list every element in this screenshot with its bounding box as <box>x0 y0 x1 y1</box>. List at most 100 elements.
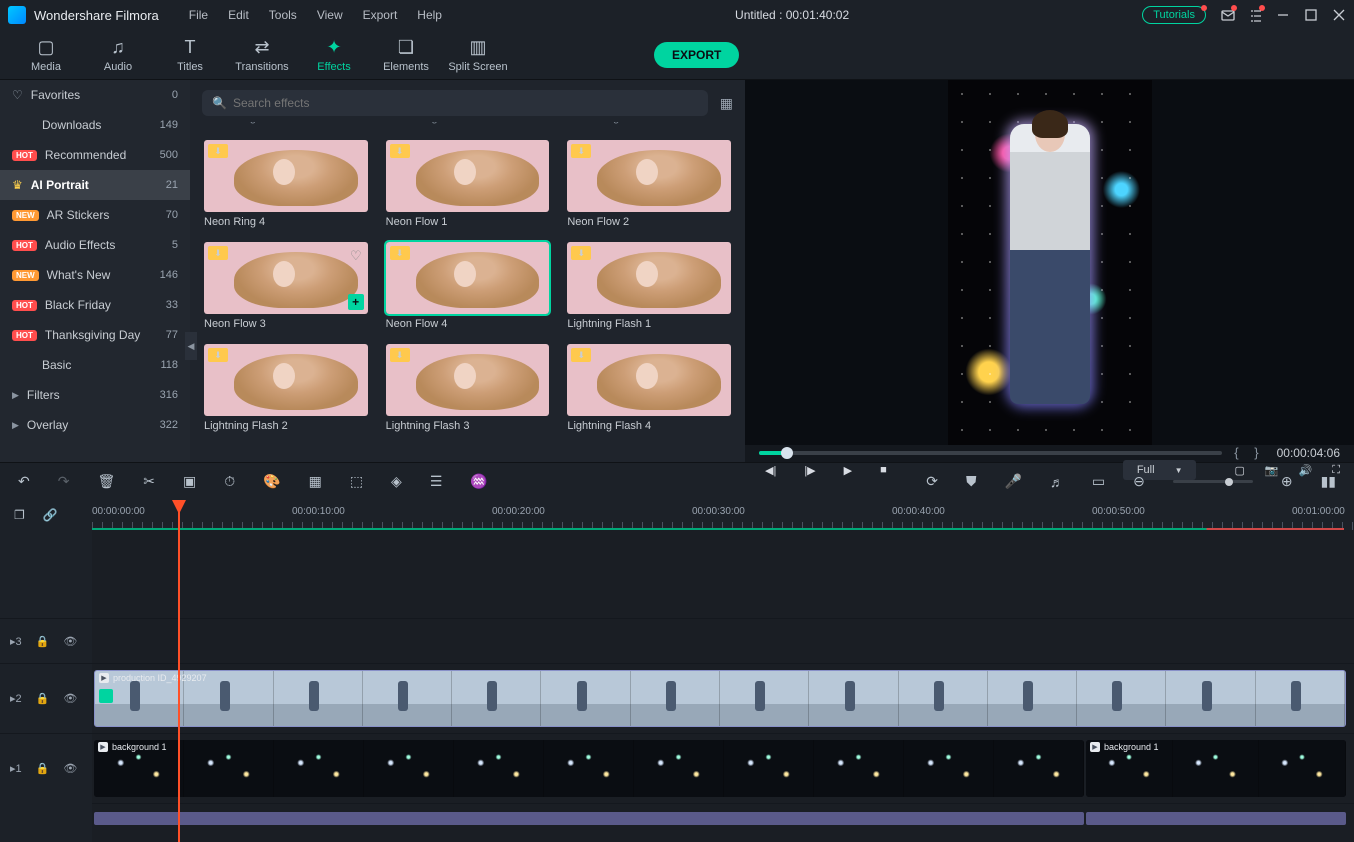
keyframe-icon[interactable]: ◈ <box>391 473 402 490</box>
redo-icon[interactable]: ↷ <box>58 473 70 490</box>
adjust-icon[interactable]: ☰ <box>430 473 443 490</box>
track-lock-icon[interactable]: 🔒 <box>36 762 50 775</box>
effect-thumbnail[interactable]: ⬇ <box>567 140 731 212</box>
sidebar-item-basic[interactable]: Basic118 <box>0 350 190 380</box>
effect-thumbnail[interactable]: ⬇ <box>204 140 368 212</box>
effect-card[interactable]: ⬇Neon Flow 1 <box>386 140 550 228</box>
sidebar-item-audio-effects[interactable]: HOTAudio Effects5 <box>0 230 190 260</box>
sidebar-item-ai-portrait[interactable]: ♛AI Portrait21 <box>0 170 190 200</box>
mark-in-out-icon[interactable]: { } <box>1234 445 1264 460</box>
effect-card[interactable]: ⬇Lightning Flash 2 <box>204 344 368 432</box>
effect-thumbnail[interactable]: ⬇♡+ <box>204 242 368 314</box>
add-effect-icon[interactable]: + <box>348 294 364 310</box>
clip-bg-2[interactable]: ▶background 1 <box>1086 740 1346 797</box>
track-eye-icon[interactable]: 👁 <box>63 635 77 648</box>
effect-thumbnail[interactable]: ⬇ <box>386 344 550 416</box>
menu-edit[interactable]: Edit <box>228 8 249 22</box>
voiceover-icon[interactable]: 🎤 <box>1004 473 1021 490</box>
tab-audio[interactable]: ♫Audio <box>82 37 154 73</box>
undo-icon[interactable]: ↶ <box>18 473 30 490</box>
sidebar-item-filters[interactable]: ▶Filters316 <box>0 380 190 410</box>
sidebar-collapse-icon[interactable]: ◀ <box>185 332 197 360</box>
track-audio[interactable] <box>92 803 1354 833</box>
sidebar-item-black-friday[interactable]: HOTBlack Friday33 <box>0 290 190 320</box>
effect-card[interactable]: ⬇Neon Flow 4 <box>386 242 550 330</box>
volume-icon[interactable]: 🔊 <box>1299 464 1313 477</box>
motion-icon[interactable]: ⬚ <box>350 473 363 490</box>
preview-seekbar[interactable] <box>759 451 1222 455</box>
snap-icon[interactable]: ▭ <box>1092 473 1105 490</box>
effect-card[interactable]: ⬇Lightning Flash 4 <box>567 344 731 432</box>
zoom-fit-icon[interactable]: ▮▮ <box>1321 473 1336 490</box>
zoom-in-icon[interactable]: ⊕ <box>1281 473 1293 490</box>
sidebar-item-ar-stickers[interactable]: NEWAR Stickers70 <box>0 200 190 230</box>
tab-media[interactable]: ▢Media <box>10 37 82 73</box>
effect-thumbnail[interactable]: ⬇ <box>386 140 550 212</box>
speed-icon[interactable]: ⏱ <box>224 473 235 490</box>
search-input[interactable] <box>233 96 698 110</box>
effect-thumbnail[interactable]: ⬇ <box>386 242 550 314</box>
sidebar-item-overlay[interactable]: ▶Overlay322 <box>0 410 190 440</box>
sidebar-item-recommended[interactable]: HOTRecommended500 <box>0 140 190 170</box>
timeline-ruler[interactable]: 00:00:00:0000:00:10:0000:00:20:0000:00:3… <box>92 500 1354 530</box>
tab-elements[interactable]: ❏Elements <box>370 37 442 73</box>
effect-card[interactable]: ⬇♡+Neon Flow 3 <box>204 242 368 330</box>
greenscreen-icon[interactable]: ▦ <box>309 473 322 490</box>
tasks-icon[interactable] <box>1248 8 1262 22</box>
menu-export[interactable]: Export <box>363 8 398 22</box>
effect-card[interactable]: ⬇Neon Flow 2 <box>567 140 731 228</box>
timeline-link-icon[interactable]: 🔗 <box>43 508 58 522</box>
sidebar-item-thanksgiving-day[interactable]: HOTThanksgiving Day77 <box>0 320 190 350</box>
playhead[interactable] <box>178 500 180 842</box>
tutorials-button[interactable]: Tutorials <box>1142 6 1206 24</box>
track-lock-icon[interactable]: 🔒 <box>36 692 50 705</box>
sidebar-item-favorites[interactable]: ♡Favorites0 <box>0 80 190 110</box>
menu-file[interactable]: File <box>189 8 208 22</box>
render-icon[interactable]: ⟳ <box>926 473 938 490</box>
effect-card[interactable]: ⬇Lightning Flash 1 <box>567 242 731 330</box>
track-1[interactable]: ▶background 1 ▶background 1 <box>92 733 1354 803</box>
favorite-icon[interactable]: ♡ <box>350 248 362 264</box>
clip-video[interactable]: ▶production ID_4929207 <box>94 670 1346 727</box>
effect-card[interactable]: ⬇Neon Ring 4 <box>204 140 368 228</box>
play-icon[interactable]: ▶ <box>844 464 852 477</box>
tab-effects[interactable]: ✦Effects <box>298 37 370 73</box>
split-icon[interactable]: ✂ <box>143 473 155 490</box>
zoom-out-icon[interactable]: ⊖ <box>1133 473 1145 490</box>
marker-icon[interactable]: ⛊ <box>966 473 977 490</box>
tab-splitscreen[interactable]: ▥Split Screen <box>442 37 514 73</box>
timeline-layers-icon[interactable]: ❐ <box>14 508 25 522</box>
track-lock-icon[interactable]: 🔒 <box>36 635 50 648</box>
export-button[interactable]: EXPORT <box>654 42 739 68</box>
track-eye-icon[interactable]: 👁 <box>63 762 77 775</box>
clip-bg-1[interactable]: ▶background 1 <box>94 740 1084 797</box>
audio-adjust-icon[interactable]: ♒ <box>470 473 487 490</box>
effect-thumbnail[interactable]: ⬇ <box>567 344 731 416</box>
messages-icon[interactable] <box>1220 8 1234 22</box>
mixer-icon[interactable]: ♬ <box>1050 474 1064 490</box>
snapshot-icon[interactable]: 📷 <box>1265 464 1279 477</box>
stop-icon[interactable]: ■ <box>880 464 887 476</box>
tab-transitions[interactable]: ⇄Transitions <box>226 37 298 73</box>
menu-help[interactable]: Help <box>417 8 442 22</box>
effect-card[interactable]: ⬇Lightning Flash 3 <box>386 344 550 432</box>
color-icon[interactable]: 🎨 <box>263 473 280 490</box>
menu-tools[interactable]: Tools <box>269 8 297 22</box>
maximize-icon[interactable] <box>1304 8 1318 22</box>
effect-thumbnail[interactable]: ⬇ <box>204 344 368 416</box>
grid-view-icon[interactable]: ▦ <box>720 95 733 112</box>
sidebar-item-downloads[interactable]: Downloads149 <box>0 110 190 140</box>
track-3[interactable] <box>92 618 1354 663</box>
tab-titles[interactable]: TTitles <box>154 37 226 73</box>
menu-view[interactable]: View <box>317 8 343 22</box>
sidebar-item-what-s-new[interactable]: NEWWhat's New146 <box>0 260 190 290</box>
zoom-slider[interactable] <box>1173 480 1253 483</box>
display-mode-icon[interactable]: ▢ <box>1234 464 1244 477</box>
track-eye-icon[interactable]: 👁 <box>63 692 77 705</box>
close-icon[interactable] <box>1332 8 1346 22</box>
track-2[interactable]: ▶production ID_4929207 <box>92 663 1354 733</box>
prev-frame-icon[interactable]: ◀| <box>765 464 776 477</box>
minimize-icon[interactable] <box>1276 8 1290 22</box>
effect-thumbnail[interactable]: ⬇ <box>567 242 731 314</box>
crop-icon[interactable]: ▣ <box>183 473 196 490</box>
